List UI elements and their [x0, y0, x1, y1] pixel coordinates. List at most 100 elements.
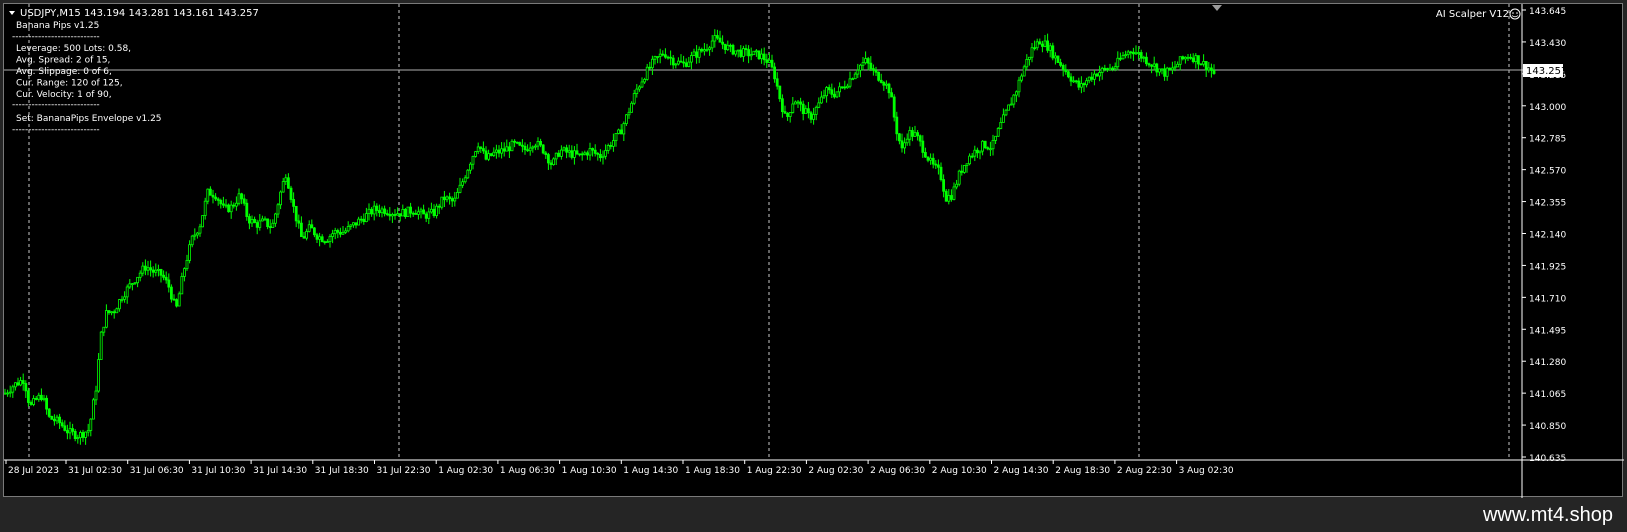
candle[interactable]: [286, 173, 290, 189]
candle[interactable]: [918, 134, 922, 147]
candle[interactable]: [796, 99, 800, 108]
candle[interactable]: [195, 231, 199, 239]
candle[interactable]: [807, 101, 810, 119]
candle[interactable]: [149, 260, 153, 277]
candle[interactable]: [622, 121, 626, 141]
candle[interactable]: [208, 186, 212, 196]
candle[interactable]: [822, 89, 826, 100]
candle[interactable]: [1038, 38, 1042, 45]
candle[interactable]: [336, 228, 340, 239]
candle[interactable]: [118, 298, 121, 312]
candle[interactable]: [302, 232, 306, 239]
candle[interactable]: [775, 72, 779, 90]
candle[interactable]: [372, 200, 376, 221]
candlestick-series[interactable]: [4, 29, 1216, 445]
candle[interactable]: [237, 188, 241, 206]
candle[interactable]: [125, 284, 129, 304]
candle[interactable]: [63, 420, 67, 432]
candle[interactable]: [294, 205, 298, 228]
candle[interactable]: [487, 149, 491, 162]
candle[interactable]: [887, 82, 891, 99]
candle[interactable]: [216, 197, 220, 206]
candle[interactable]: [453, 191, 457, 207]
candle[interactable]: [882, 80, 886, 91]
candle[interactable]: [169, 284, 173, 303]
candle[interactable]: [898, 133, 901, 145]
candle[interactable]: [903, 137, 906, 154]
candle[interactable]: [1054, 52, 1057, 65]
candle[interactable]: [468, 162, 472, 174]
candle[interactable]: [739, 45, 743, 59]
candle[interactable]: [50, 415, 54, 420]
candle[interactable]: [55, 414, 59, 425]
candle[interactable]: [1108, 63, 1112, 71]
candle[interactable]: [942, 174, 945, 198]
candle[interactable]: [1139, 49, 1143, 63]
candle[interactable]: [921, 135, 925, 158]
candle[interactable]: [544, 150, 548, 159]
candle[interactable]: [632, 89, 636, 106]
candle[interactable]: [708, 45, 711, 56]
candle[interactable]: [4, 388, 7, 395]
candle[interactable]: [115, 307, 119, 314]
candle[interactable]: [812, 107, 815, 125]
candle[interactable]: [273, 212, 277, 227]
candle[interactable]: [804, 105, 808, 115]
candle[interactable]: [201, 215, 205, 228]
candle[interactable]: [318, 232, 322, 247]
candle[interactable]: [960, 164, 964, 176]
candle[interactable]: [773, 62, 776, 83]
candle[interactable]: [494, 144, 498, 159]
candle[interactable]: [138, 270, 142, 282]
candle[interactable]: [1069, 73, 1073, 87]
candle[interactable]: [760, 48, 763, 64]
candle[interactable]: [734, 50, 737, 57]
candle[interactable]: [658, 48, 662, 64]
candle[interactable]: [981, 140, 984, 156]
candle[interactable]: [731, 43, 735, 56]
candle[interactable]: [16, 377, 20, 387]
candle[interactable]: [60, 419, 64, 428]
candle[interactable]: [1202, 54, 1205, 67]
candle[interactable]: [1009, 97, 1013, 106]
candle[interactable]: [846, 83, 849, 89]
candle[interactable]: [955, 179, 958, 190]
candle[interactable]: [307, 220, 311, 233]
candle[interactable]: [455, 188, 459, 199]
candle[interactable]: [112, 309, 116, 319]
candle[interactable]: [47, 408, 51, 419]
candle[interactable]: [481, 141, 485, 154]
candle[interactable]: [601, 150, 605, 165]
candle[interactable]: [744, 44, 748, 56]
candle[interactable]: [1145, 52, 1148, 67]
candle[interactable]: [799, 97, 802, 112]
candle[interactable]: [843, 80, 847, 90]
candle[interactable]: [414, 209, 418, 215]
candle[interactable]: [916, 130, 919, 141]
candle[interactable]: [281, 177, 285, 193]
candle[interactable]: [885, 80, 888, 90]
candle[interactable]: [214, 193, 218, 202]
candle[interactable]: [729, 43, 732, 53]
candle[interactable]: [32, 395, 36, 407]
candle[interactable]: [645, 63, 649, 81]
candle[interactable]: [861, 56, 865, 71]
candle[interactable]: [996, 126, 1000, 137]
candle[interactable]: [677, 57, 680, 66]
candle[interactable]: [1002, 108, 1005, 123]
candle[interactable]: [978, 150, 982, 160]
candle[interactable]: [476, 142, 480, 155]
candle[interactable]: [752, 50, 756, 56]
candle[interactable]: [1080, 76, 1083, 94]
candle[interactable]: [385, 209, 389, 217]
candle[interactable]: [364, 207, 368, 223]
candle[interactable]: [1186, 53, 1190, 62]
candle[interactable]: [198, 223, 202, 237]
candle[interactable]: [778, 85, 782, 102]
candle[interactable]: [461, 178, 465, 189]
candle[interactable]: [349, 224, 353, 230]
candle[interactable]: [1210, 63, 1213, 78]
candle[interactable]: [1033, 40, 1036, 51]
candle[interactable]: [791, 97, 795, 114]
candle[interactable]: [617, 128, 620, 135]
